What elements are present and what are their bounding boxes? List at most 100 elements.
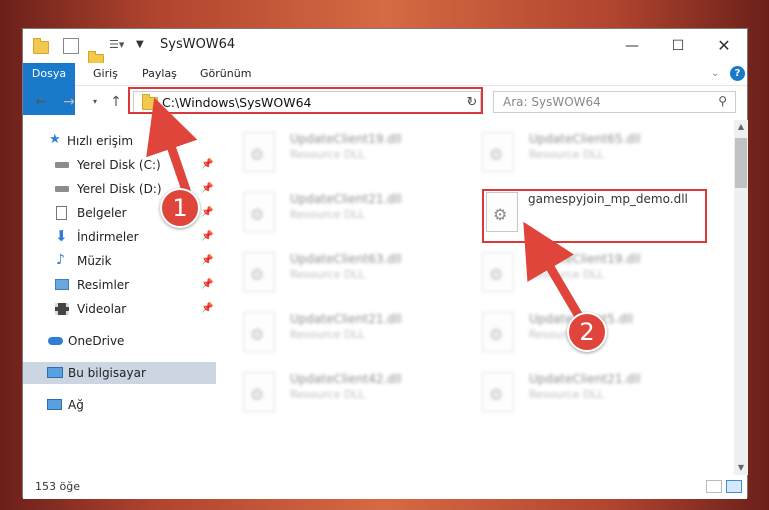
- dll-file-icon: [482, 252, 514, 292]
- file-name: UpdateClient65.dll: [529, 132, 641, 146]
- vertical-scrollbar[interactable]: ▲ ▼: [734, 120, 748, 475]
- dll-file-icon: [243, 132, 275, 172]
- dll-file-icon: [482, 372, 514, 412]
- pin-icon[interactable]: 📌: [201, 178, 213, 200]
- file-type: Resource DLL: [290, 388, 365, 401]
- maximize-button[interactable]: ☐: [655, 29, 701, 63]
- file-item[interactable]: UpdateClient65.dll Resource DLL: [482, 128, 702, 180]
- nav-item-pictures[interactable]: Resimler 📌: [23, 274, 216, 296]
- search-icon: ⚲: [718, 94, 727, 108]
- back-button[interactable]: ←: [33, 94, 49, 110]
- documents-icon: [56, 206, 67, 220]
- nav-label: Yerel Disk (D:): [77, 182, 162, 196]
- nav-item-music[interactable]: ♪ Müzik 📌: [23, 250, 216, 272]
- recent-locations-button[interactable]: ▾: [87, 94, 103, 110]
- search-placeholder: Ara: SysWOW64: [503, 95, 601, 109]
- file-item[interactable]: UpdateClient19.dll Resource DLL: [482, 248, 702, 300]
- file-name: UpdateClient19.dll: [529, 252, 641, 266]
- customize-toolbar-icon[interactable]: ☰▾: [109, 38, 125, 54]
- navigation-pane: ★ Hızlı erişim Yerel Disk (C:) 📌 Yerel D…: [23, 120, 218, 475]
- address-row: ← → ▾ ↑ C:\Windows\SysWOW64 ⌄ ↻ Ara: Sys…: [23, 86, 747, 120]
- file-name: UpdateClient63.dll: [290, 252, 402, 266]
- file-highlight-box: [482, 189, 707, 243]
- drive-icon: [55, 162, 69, 168]
- pin-icon[interactable]: 📌: [201, 154, 213, 176]
- file-item[interactable]: UpdateClient63.dll Resource DLL: [243, 248, 463, 300]
- dll-file-icon: [243, 372, 275, 412]
- star-icon: ★: [49, 132, 61, 147]
- dll-file-icon: [243, 312, 275, 352]
- status-bar: 153 öğe: [23, 475, 747, 499]
- file-type: Resource DLL: [290, 148, 365, 161]
- file-item[interactable]: UpdateClient21.dll Resource DLL: [243, 308, 463, 360]
- file-type: Resource DLL: [529, 388, 604, 401]
- step-1-badge: 1: [160, 188, 200, 228]
- ribbon: Dosya Giriş Paylaş Görünüm ⌄ ?: [23, 63, 747, 115]
- videos-icon: [55, 303, 69, 315]
- nav-label: Resimler: [77, 278, 130, 292]
- details-view-icon[interactable]: [706, 480, 722, 493]
- file-name: UpdateClient21.dll: [290, 192, 402, 206]
- dll-file-icon: [243, 252, 275, 292]
- pin-icon[interactable]: 📌: [201, 274, 213, 296]
- step-2-badge: 2: [567, 312, 607, 352]
- pin-icon[interactable]: 📌: [201, 250, 213, 272]
- nav-label: Müzik: [77, 254, 112, 268]
- help-icon[interactable]: ?: [730, 66, 745, 81]
- file-list: UpdateClient19.dll Resource DLL UpdateCl…: [219, 120, 735, 475]
- search-input[interactable]: Ara: SysWOW64 ⚲: [493, 91, 736, 113]
- file-item[interactable]: UpdateClient21.dll Resource DLL: [243, 188, 463, 240]
- nav-label: Hızlı erişim: [67, 134, 134, 148]
- nav-label: Yerel Disk (C:): [77, 158, 161, 172]
- close-button[interactable]: ✕: [701, 29, 747, 63]
- computer-icon: [47, 367, 63, 378]
- nav-network[interactable]: Ağ: [23, 394, 216, 416]
- nav-onedrive[interactable]: OneDrive: [23, 330, 216, 352]
- nav-item-local-disk-c[interactable]: Yerel Disk (C:) 📌: [23, 154, 216, 176]
- nav-item-downloads[interactable]: ⬇ İndirmeler 📌: [23, 226, 216, 248]
- properties-icon[interactable]: [63, 38, 79, 54]
- file-item[interactable]: UpdateClient19.dll Resource DLL: [243, 128, 463, 180]
- forward-button[interactable]: →: [61, 94, 77, 110]
- up-button[interactable]: ↑: [108, 94, 124, 110]
- large-icons-view-icon[interactable]: [726, 480, 742, 493]
- file-name: UpdateClient42.dll: [290, 372, 402, 386]
- item-count: 153 öğe: [35, 480, 80, 493]
- explorer-window: ☰▾ ▼ SysWOW64 — ☐ ✕ Dosya Giriş Paylaş G…: [22, 28, 748, 499]
- file-type: Resource DLL: [529, 268, 604, 281]
- drive-icon: [55, 186, 69, 192]
- tab-share[interactable]: Paylaş: [142, 63, 177, 85]
- tab-view[interactable]: Görünüm: [200, 63, 251, 85]
- file-type: Resource DLL: [529, 148, 604, 161]
- title-bar: ☰▾ ▼ SysWOW64 — ☐ ✕: [23, 29, 747, 67]
- pin-icon[interactable]: 📌: [201, 226, 213, 248]
- dll-file-icon: [243, 192, 275, 232]
- scroll-up-icon[interactable]: ▲: [734, 120, 748, 134]
- dll-file-icon: [482, 312, 514, 352]
- pictures-icon: [55, 279, 69, 290]
- network-icon: [47, 399, 62, 410]
- file-type: Resource DLL: [290, 268, 365, 281]
- scrollbar-thumb[interactable]: [735, 138, 747, 188]
- pin-icon[interactable]: 📌: [201, 202, 213, 224]
- expand-ribbon-icon[interactable]: ⌄: [711, 63, 719, 85]
- nav-label: OneDrive: [68, 334, 125, 348]
- folder-icon: [33, 38, 49, 54]
- scroll-down-icon[interactable]: ▼: [734, 461, 748, 475]
- nav-this-pc[interactable]: Bu bilgisayar: [23, 362, 216, 384]
- nav-label: Ağ: [68, 398, 84, 412]
- nav-item-videos[interactable]: Videolar 📌: [23, 298, 216, 320]
- file-item[interactable]: UpdateClient21.dll Resource DLL: [482, 368, 702, 420]
- nav-quick-access[interactable]: ★ Hızlı erişim: [23, 130, 216, 152]
- file-type: Resource DLL: [290, 208, 365, 221]
- chevron-down-icon[interactable]: ▼: [136, 39, 144, 55]
- music-icon: ♪: [56, 252, 65, 268]
- nav-label: Belgeler: [77, 206, 127, 220]
- file-item[interactable]: UpdateClient42.dll Resource DLL: [243, 368, 463, 420]
- tab-home[interactable]: Giriş: [93, 63, 118, 85]
- file-name: UpdateClient19.dll: [290, 132, 402, 146]
- pin-icon[interactable]: 📌: [201, 298, 213, 320]
- nav-label: Bu bilgisayar: [68, 366, 146, 380]
- file-type: Resource DLL: [290, 328, 365, 341]
- minimize-button[interactable]: —: [609, 29, 655, 63]
